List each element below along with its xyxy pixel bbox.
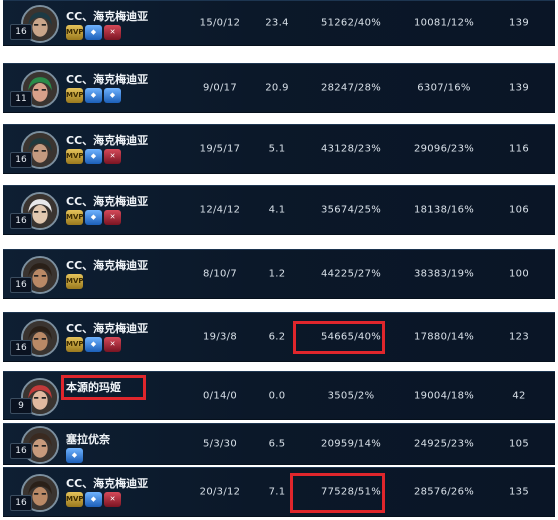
player-name: CC、海克梅迪亚 bbox=[66, 322, 149, 335]
badge-group: MVP ◆ ✕ bbox=[66, 25, 121, 40]
economy-value: 106 bbox=[509, 204, 529, 216]
damage-dealt-value: 44225/27% bbox=[320, 268, 382, 280]
badge-group: MVP ◆ ◆ bbox=[66, 88, 121, 103]
mvp-badge-icon: MVP bbox=[66, 274, 84, 289]
player-name: 塞拉优奈 bbox=[66, 433, 110, 446]
kill-badge-icon: ✕ bbox=[104, 149, 121, 164]
damage-dealt-value: 3505/2% bbox=[327, 390, 375, 401]
player-name: CC、海克梅迪亚 bbox=[66, 477, 149, 490]
player-row[interactable]: 16 CC、海克梅迪亚 MVP ◆ ✕ 19/3/8 6.2 54665/40% 17880/1… bbox=[3, 312, 555, 362]
honor-badge-icon: ◆ bbox=[104, 88, 121, 103]
kill-badge-icon: ✕ bbox=[104, 210, 121, 225]
honor-badge-icon: ◆ bbox=[85, 88, 102, 103]
kill-badge-icon: ✕ bbox=[104, 25, 121, 40]
rating-value: 7.1 bbox=[268, 486, 286, 498]
kda-value: 0/14/0 bbox=[203, 390, 237, 401]
damage-taken-value: 6307/16% bbox=[417, 82, 471, 94]
economy-value: 139 bbox=[509, 82, 529, 94]
hero-level: 16 bbox=[10, 277, 32, 293]
hero-level: 16 bbox=[10, 340, 32, 356]
hero-level: 16 bbox=[10, 152, 32, 168]
damage-dealt-value: 51262/40% bbox=[320, 17, 382, 29]
player-row[interactable]: 16 CC、海克梅迪亚 MVP ◆ ✕ 15/0/12 23.4 51262/40% 10081… bbox=[3, 0, 555, 46]
badge-group: MVP ◆ ✕ bbox=[66, 149, 121, 164]
economy-value: 100 bbox=[509, 268, 529, 280]
badge-group: MVP ◆ ✕ bbox=[66, 337, 121, 352]
hero-level: 16 bbox=[10, 213, 32, 229]
honor-badge-icon: ◆ bbox=[85, 149, 102, 164]
highlight-name-row7 bbox=[61, 375, 146, 400]
player-name: CC、海克梅迪亚 bbox=[66, 134, 149, 147]
economy-value: 42 bbox=[512, 390, 526, 401]
player-row[interactable]: 16 CC、海克梅迪亚 MVP ◆ ✕ 19/5/17 5.1 43128/23% 29096/… bbox=[3, 124, 555, 174]
badge-group: MVP bbox=[66, 274, 84, 289]
kda-value: 5/3/30 bbox=[203, 438, 237, 450]
damage-taken-value: 24925/23% bbox=[413, 438, 475, 450]
rating-value: 20.9 bbox=[265, 82, 289, 94]
mvp-badge-icon: MVP bbox=[66, 492, 84, 507]
hero-level: 16 bbox=[10, 443, 32, 459]
damage-dealt-value: 28247/28% bbox=[320, 82, 382, 94]
honor-badge-icon: ◆ bbox=[85, 337, 102, 352]
kda-value: 19/5/17 bbox=[199, 143, 241, 155]
hero-level: 16 bbox=[10, 495, 32, 511]
damage-taken-value: 18138/16% bbox=[413, 204, 475, 216]
rating-value: 6.5 bbox=[268, 438, 286, 450]
mvp-badge-icon: MVP bbox=[66, 88, 84, 103]
damage-taken-value: 38383/19% bbox=[413, 268, 475, 280]
economy-value: 105 bbox=[509, 438, 529, 450]
hero-level: 16 bbox=[10, 24, 32, 40]
rating-value: 23.4 bbox=[265, 17, 289, 29]
mvp-badge-icon: MVP bbox=[66, 337, 84, 352]
hero-level: 9 bbox=[10, 398, 32, 414]
kda-value: 19/3/8 bbox=[203, 331, 237, 343]
economy-value: 135 bbox=[509, 486, 529, 498]
damage-taken-value: 29096/23% bbox=[413, 143, 475, 155]
kill-badge-icon: ✕ bbox=[104, 492, 121, 507]
player-name: CC、海克梅迪亚 bbox=[66, 10, 149, 23]
player-name: CC、海克梅迪亚 bbox=[66, 195, 149, 208]
player-name: CC、海克梅迪亚 bbox=[66, 259, 149, 272]
damage-taken-value: 28576/26% bbox=[413, 486, 475, 498]
kill-badge-icon: ✕ bbox=[104, 337, 121, 352]
mvp-badge-icon: MVP bbox=[66, 149, 84, 164]
damage-taken-value: 17880/14% bbox=[413, 331, 475, 343]
damage-dealt-value: 35674/25% bbox=[320, 204, 382, 216]
rating-value: 1.2 bbox=[268, 268, 286, 280]
kda-value: 12/4/12 bbox=[199, 204, 241, 216]
economy-value: 116 bbox=[509, 143, 529, 155]
damage-dealt-value: 20959/14% bbox=[320, 438, 382, 450]
economy-value: 139 bbox=[509, 17, 529, 29]
honor-badge-icon: ◆ bbox=[66, 448, 83, 463]
badge-group: MVP ◆ ✕ bbox=[66, 492, 121, 507]
highlight-damage-row9 bbox=[290, 473, 385, 513]
badge-group: ◆ bbox=[66, 448, 83, 463]
rating-value: 6.2 bbox=[268, 331, 286, 343]
player-row[interactable]: 16 CC、海克梅迪亚 MVP 8/10/7 1.2 44225/27% 38383/19%… bbox=[3, 249, 555, 299]
hero-level: 11 bbox=[10, 91, 32, 107]
mvp-badge-icon: MVP bbox=[66, 210, 84, 225]
highlight-damage-row6 bbox=[293, 321, 385, 354]
player-row[interactable]: 16 塞拉优奈 ◆ 5/3/30 6.5 20959/14% 24925/23% 105 bbox=[3, 423, 555, 465]
kda-value: 9/0/17 bbox=[203, 82, 237, 94]
badge-group: MVP ◆ ✕ bbox=[66, 210, 121, 225]
honor-badge-icon: ◆ bbox=[85, 492, 102, 507]
damage-dealt-value: 43128/23% bbox=[320, 143, 382, 155]
player-name: CC、海克梅迪亚 bbox=[66, 73, 149, 86]
damage-taken-value: 19004/18% bbox=[413, 390, 475, 401]
economy-value: 123 bbox=[509, 331, 529, 343]
kda-value: 15/0/12 bbox=[199, 17, 241, 29]
player-row[interactable]: 16 CC、海克梅迪亚 MVP ◆ ✕ 20/3/12 7.1 77528/51% 28576/… bbox=[3, 467, 555, 517]
kda-value: 8/10/7 bbox=[203, 268, 237, 280]
rating-value: 4.1 bbox=[268, 204, 286, 216]
rating-value: 5.1 bbox=[268, 143, 286, 155]
damage-taken-value: 10081/12% bbox=[413, 17, 475, 29]
player-row[interactable]: 11 CC、海克梅迪亚 MVP ◆ ◆ 9/0/17 20.9 28247/28% 6307/1… bbox=[3, 63, 555, 113]
honor-badge-icon: ◆ bbox=[85, 210, 102, 225]
player-row[interactable]: 16 CC、海克梅迪亚 MVP ◆ ✕ 12/4/12 4.1 35674/25% 18138/… bbox=[3, 185, 555, 235]
kda-value: 20/3/12 bbox=[199, 486, 241, 498]
rating-value: 0.0 bbox=[268, 390, 286, 401]
mvp-badge-icon: MVP bbox=[66, 25, 84, 40]
honor-badge-icon: ◆ bbox=[85, 25, 102, 40]
